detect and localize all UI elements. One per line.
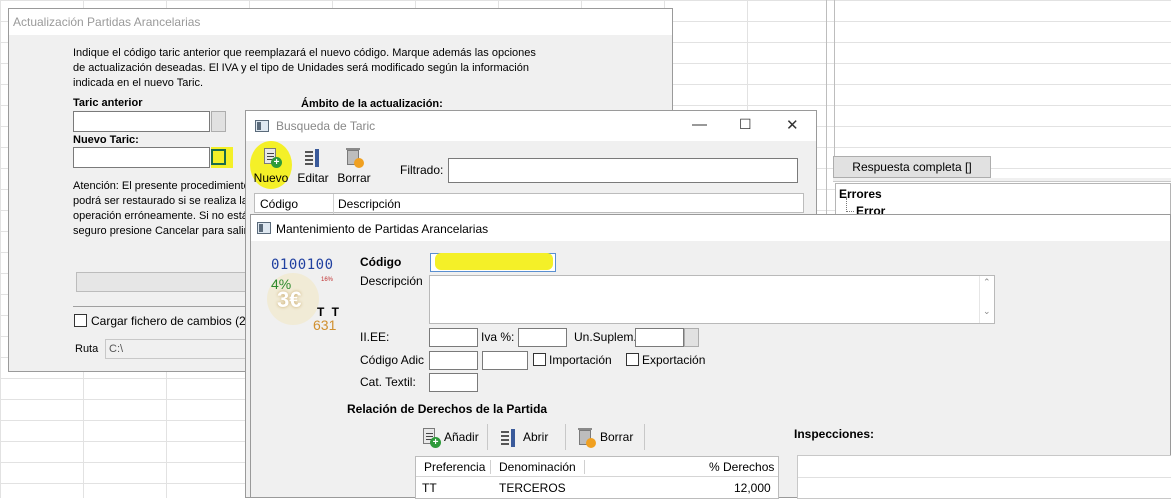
logo-small: 16% — [321, 277, 334, 283]
toolbar-separator — [487, 424, 488, 450]
codigo-adic-input-1[interactable] — [429, 351, 478, 370]
close-icon[interactable]: ✕ — [786, 116, 799, 134]
importacion-label: Importación — [549, 353, 612, 367]
borrar-derecho-label: Borrar — [600, 430, 634, 444]
borrar-button[interactable]: Borrar — [336, 147, 372, 185]
taric-logo: 0100100 4% 16% 3€ T T 631 — [267, 255, 345, 335]
column-header-derechos[interactable]: % Derechos — [709, 460, 774, 474]
filtrado-label: Filtrado: — [400, 163, 444, 177]
response-tab-strip — [833, 178, 1171, 182]
column-header-descripcion[interactable]: Descripción — [338, 197, 401, 211]
column-header-denominacion[interactable]: Denominación — [499, 460, 576, 474]
column-header-codigo[interactable]: Código — [260, 197, 298, 211]
unsuplem-label: Un.Suplem. — [574, 330, 637, 344]
codigo-adic-label: Código Adic — [360, 353, 425, 367]
warning-text: Atención: El presente procedimiento podr… — [73, 179, 248, 239]
column-header-preferencia[interactable]: Preferencia — [424, 460, 485, 474]
ruta-label: Ruta — [75, 343, 99, 355]
scrollbar[interactable] — [979, 276, 994, 323]
nuevo-taric-input[interactable] — [73, 147, 210, 168]
unsuplem-input[interactable] — [635, 328, 684, 347]
derechos-grid[interactable]: Preferencia Denominación % Derechos TT T… — [415, 456, 779, 499]
busqueda-grid-header: Código Descripción — [254, 193, 804, 214]
logo-number: 631 — [313, 317, 337, 333]
window-icon — [257, 222, 271, 234]
descripcion-input[interactable] — [429, 275, 995, 324]
logo-euro: 3€ — [277, 287, 302, 312]
taric-anterior-lookup-button[interactable] — [211, 111, 226, 132]
editar-label: Editar — [297, 171, 329, 185]
cell-denominacion: TERCEROS — [499, 481, 566, 495]
anadir-label: Añadir — [444, 430, 479, 444]
abrir-label: Abrir — [523, 430, 549, 444]
anadir-button[interactable]: + Añadir — [419, 423, 479, 451]
trash-icon — [343, 147, 365, 169]
trash-icon — [575, 427, 597, 449]
edit-icon — [302, 147, 324, 169]
cell-preferencia: TT — [422, 481, 437, 495]
ruta-input[interactable]: C:\ — [105, 339, 255, 359]
toolbar-separator — [644, 424, 645, 450]
warning-line: podrá ser restaurado si se realiza la — [73, 195, 248, 207]
inspecciones-grid[interactable] — [797, 455, 1171, 499]
nuevo-label: Nuevo — [253, 171, 289, 185]
ambito-label: Ámbito de la actualización: — [301, 98, 443, 110]
mantenimiento-window: Mantenimiento de Partidas Arancelarias 0… — [250, 214, 1171, 499]
cat-textil-input[interactable] — [429, 373, 478, 392]
unsuplem-lookup-button[interactable] — [684, 328, 699, 347]
progress-bar — [76, 272, 256, 292]
new-document-icon: + — [260, 147, 282, 169]
nuevo-button[interactable]: + Nuevo — [251, 147, 291, 185]
codigo-highlight — [435, 253, 553, 270]
cell-derechos: 12,000 — [734, 481, 771, 495]
warning-line: operación erróneamente. Si no está — [73, 210, 248, 222]
exportacion-label: Exportación — [642, 353, 706, 367]
cargar-fichero-checkbox[interactable] — [74, 314, 87, 327]
abrir-button[interactable]: Abrir — [498, 423, 548, 451]
busqueda-titlebar: Busqueda de Taric — ☐ ✕ — [246, 111, 816, 141]
iiee-label: II.EE: — [360, 330, 390, 344]
actualizacion-description: Indique el código taric anterior que ree… — [73, 47, 536, 89]
nuevo-taric-label: Nuevo Taric: — [73, 134, 139, 146]
maximize-icon[interactable]: ☐ — [739, 116, 752, 133]
minimize-icon[interactable]: — — [692, 116, 707, 133]
divider — [73, 306, 253, 307]
toolbar-separator — [565, 424, 566, 450]
inspecciones-label: Inspecciones: — [794, 427, 875, 441]
add-icon: + — [419, 427, 441, 449]
window-icon — [255, 120, 269, 132]
derechos-grid-header: Preferencia Denominación % Derechos — [416, 457, 778, 477]
borrar-label: Borrar — [337, 171, 371, 185]
exportacion-checkbox[interactable] — [626, 353, 639, 366]
iva-input[interactable] — [518, 328, 567, 347]
cat-textil-label: Cat. Textil: — [360, 375, 416, 389]
cargar-fichero-label: Cargar fichero de cambios (2 — [91, 314, 246, 328]
codigo-adic-input-2[interactable] — [482, 351, 528, 370]
respuesta-completa-button[interactable]: Respuesta completa [] — [833, 156, 991, 178]
actualizacion-title: Actualización Partidas Arancelarias — [9, 9, 672, 35]
nuevo-taric-lookup-button[interactable] — [211, 149, 226, 165]
mantenimiento-titlebar: Mantenimiento de Partidas Arancelarias — [251, 215, 1170, 241]
descripcion-label: Descripción — [360, 274, 423, 288]
iva-label: Iva %: — [481, 330, 515, 344]
busqueda-title: Busqueda de Taric — [276, 119, 376, 133]
codigo-label: Código — [360, 255, 402, 269]
logo-binary: 0100100 — [271, 257, 334, 273]
taric-anterior-input[interactable] — [73, 111, 210, 132]
taric-anterior-label: Taric anterior — [73, 97, 143, 109]
mantenimiento-title: Mantenimiento de Partidas Arancelarias — [276, 222, 489, 236]
editar-button[interactable]: Editar — [295, 147, 331, 185]
borrar-derecho-button[interactable]: Borrar — [575, 423, 633, 451]
warning-line: Atención: El presente procedimiento — [73, 180, 248, 192]
relacion-derechos-label: Relación de Derechos de la Partida — [347, 402, 548, 416]
filtrado-input[interactable] — [448, 158, 798, 183]
importacion-checkbox[interactable] — [533, 353, 546, 366]
tree-connector — [846, 198, 854, 212]
warning-line: seguro presione Cancelar para salir — [73, 225, 248, 237]
open-icon — [498, 427, 520, 449]
iiee-input[interactable] — [429, 328, 478, 347]
